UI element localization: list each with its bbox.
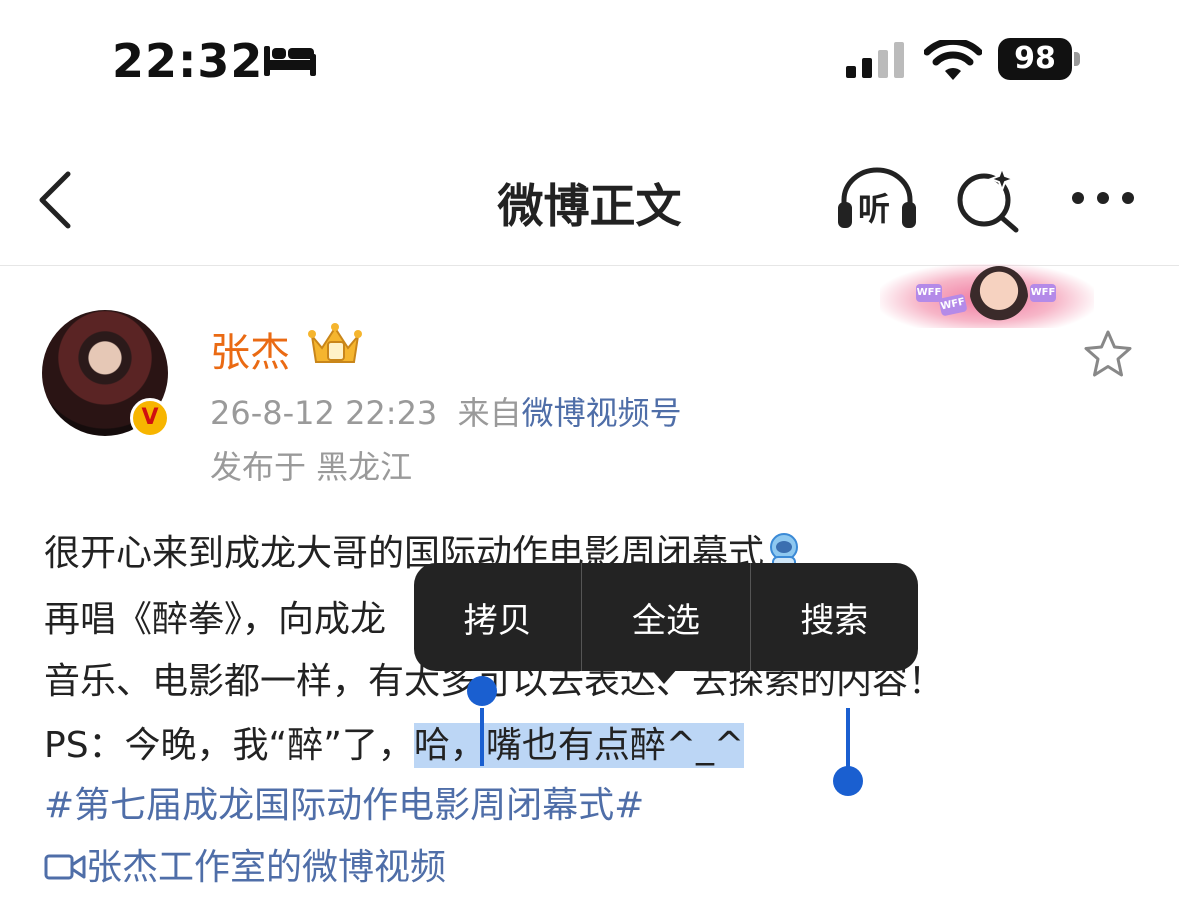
sleep-focus-icon — [264, 46, 316, 76]
wifi-icon — [924, 40, 982, 80]
battery-tip — [1074, 52, 1080, 66]
menu-pointer — [650, 668, 678, 684]
verified-badge-icon: V — [130, 398, 170, 438]
post-text-line: PS：今晚，我“醉”了，哈，嘴也有点醉^_^ — [44, 716, 745, 768]
video-link-label[interactable]: 张杰工作室的微博视频 — [86, 847, 446, 888]
banner-tag: WFF — [1030, 284, 1056, 302]
status-time: 22:32 — [112, 34, 264, 88]
video-link[interactable]: 张杰工作室的微博视频 — [44, 838, 446, 890]
copy-button[interactable]: 拷贝 — [414, 563, 581, 671]
source-prefix: 来自 — [457, 394, 522, 432]
selection-end-bar — [846, 708, 850, 774]
listen-button[interactable]: 听 — [834, 166, 920, 232]
text-selection-menu: 拷贝 全选 搜索 — [414, 563, 918, 671]
selection-start-bar — [480, 708, 484, 766]
cellular-signal-icon — [846, 42, 904, 78]
selection-end-handle[interactable] — [833, 766, 863, 796]
more-icon[interactable] — [1068, 188, 1138, 208]
listen-label: 听 — [858, 190, 891, 228]
banner-portrait — [970, 266, 1028, 328]
crown-badge-icon[interactable] — [306, 322, 364, 368]
selection-start-handle[interactable] — [467, 676, 497, 706]
banner-tag: WFF — [916, 284, 942, 302]
search-button[interactable]: 搜索 — [751, 563, 918, 671]
battery-indicator: 98 — [998, 38, 1082, 82]
username[interactable]: 张杰 — [210, 320, 290, 378]
post-source-link[interactable]: 微博视频号 — [522, 394, 682, 432]
select-all-button[interactable]: 全选 — [582, 563, 749, 671]
battery-level: 98 — [998, 38, 1072, 80]
post-location: 发布于 黑龙江 — [210, 448, 413, 486]
post-meta: 26-8-12 22:23 来自微博视频号 — [210, 388, 682, 434]
video-camera-icon — [44, 854, 86, 880]
post-text: 再唱《醉拳》，向成龙 — [44, 599, 387, 640]
post-text: PS：今晚，我“醉”了， — [44, 725, 414, 766]
search-icon[interactable] — [954, 164, 1024, 234]
favorite-star-icon[interactable] — [1082, 328, 1134, 380]
post-date: 26-8-12 22:23 — [210, 394, 438, 432]
hashtag-link[interactable]: #第七届成龙国际动作电影周闭幕式# — [44, 776, 644, 828]
selected-text[interactable]: 哈，嘴也有点醉^_^ — [413, 723, 745, 768]
